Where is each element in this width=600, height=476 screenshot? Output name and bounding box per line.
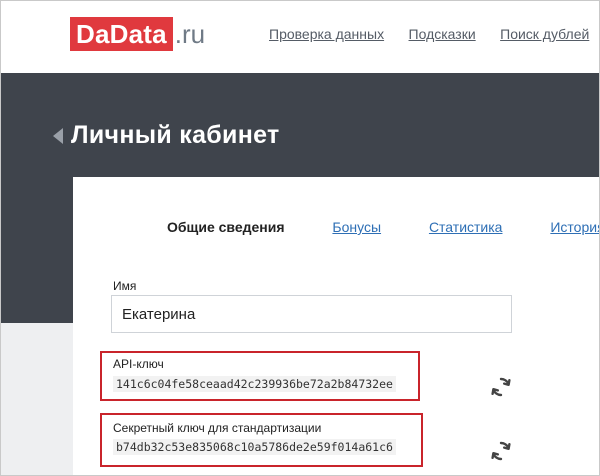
back-arrow-icon[interactable] xyxy=(53,127,63,144)
profile-card: Общие сведения Бонусы Статистика История… xyxy=(73,177,599,475)
tab-general[interactable]: Общие сведения xyxy=(167,219,285,235)
refresh-icon[interactable] xyxy=(489,439,513,463)
api-key-label: API-ключ xyxy=(113,357,164,371)
top-navigation-bar: DaData .ru Проверка данных Подсказки Пои… xyxy=(1,1,599,73)
name-input[interactable] xyxy=(111,295,512,333)
name-label: Имя xyxy=(113,279,137,293)
page-title: Личный кабинет xyxy=(71,121,280,149)
nav-link-data-check[interactable]: Проверка данных xyxy=(269,26,384,42)
page-title-row: Личный кабинет xyxy=(53,121,280,150)
profile-tabs: Общие сведения Бонусы Статистика История xyxy=(167,219,599,235)
side-background xyxy=(1,323,73,475)
page-frame: DaData .ru Проверка данных Подсказки Пои… xyxy=(0,0,600,476)
secret-key-label: Секретный ключ для стандартизации xyxy=(113,421,322,435)
refresh-icon[interactable] xyxy=(489,375,513,399)
tab-bonuses[interactable]: Бонусы xyxy=(332,219,381,235)
api-key-value[interactable]: 141c6c04fe58ceaad42c239936be72a2b84732ee xyxy=(113,376,396,392)
logo-main: DaData xyxy=(70,17,173,51)
tab-history[interactable]: История xyxy=(550,219,599,235)
secret-key-value[interactable]: b74db32c53e835068c10a5786de2e59f014a61c6 xyxy=(113,439,396,455)
main-nav: Проверка данных Подсказки Поиск дублей xyxy=(269,26,599,44)
tab-statistics[interactable]: Статистика xyxy=(429,219,503,235)
logo-suffix: .ru xyxy=(174,19,206,49)
nav-link-suggestions[interactable]: Подсказки xyxy=(409,26,476,42)
dadata-logo[interactable]: DaData .ru xyxy=(70,17,205,51)
nav-link-duplicates[interactable]: Поиск дублей xyxy=(500,26,589,42)
